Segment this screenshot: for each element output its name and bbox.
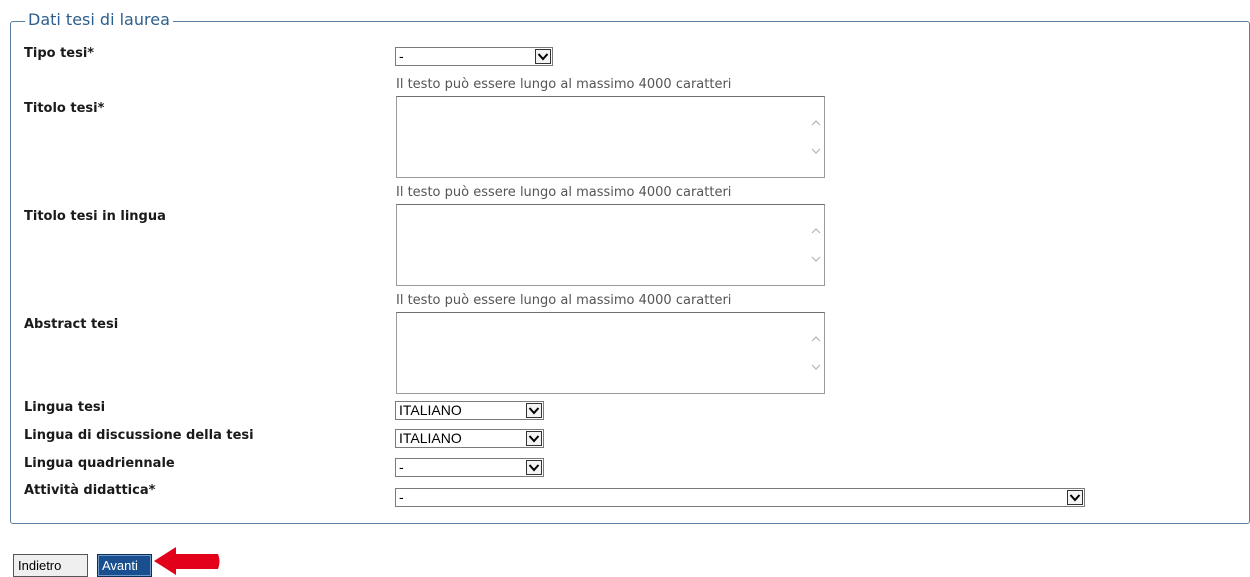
attivita-didattica-value: -	[399, 489, 404, 505]
chevron-down-icon	[526, 431, 542, 446]
textarea-scrollbar[interactable]	[807, 313, 824, 393]
lingua-quadriennale-select[interactable]: -	[395, 458, 544, 477]
chevron-down-icon	[526, 403, 542, 418]
lingua-tesi-select[interactable]: ITALIANO	[395, 401, 544, 420]
chevron-down-icon	[535, 49, 551, 64]
lingua-discussione-label: Lingua di discussione della tesi	[24, 428, 254, 443]
abstract-textarea[interactable]	[396, 312, 825, 394]
chevron-down-icon	[526, 460, 542, 475]
arrow-left-icon	[154, 547, 220, 575]
tipo-tesi-select[interactable]: -	[395, 47, 553, 66]
abstract-label: Abstract tesi	[24, 317, 119, 332]
textarea-scrollbar[interactable]	[807, 97, 824, 177]
tipo-tesi-label: Tipo tesi*	[24, 46, 95, 61]
next-button[interactable]: Avanti	[97, 554, 152, 577]
back-button[interactable]: Indietro	[13, 554, 88, 577]
attivita-didattica-label: Attività didattica*	[24, 483, 156, 498]
lingua-quadriennale-value: -	[399, 459, 404, 475]
fieldset-legend: Dati tesi di laurea	[25, 10, 173, 30]
chevron-down-icon[interactable]	[811, 147, 821, 155]
titolo-tesi-textarea[interactable]	[396, 96, 825, 178]
tipo-tesi-value: -	[399, 48, 404, 64]
chevron-down-icon	[1067, 490, 1083, 505]
chevron-down-icon[interactable]	[811, 255, 821, 263]
titolo-lingua-textarea[interactable]	[396, 204, 825, 286]
lingua-discussione-value: ITALIANO	[399, 430, 462, 446]
titolo-tesi-label: Titolo tesi*	[24, 101, 105, 116]
abstract-hint: Il testo può essere lungo al massimo 400…	[396, 293, 732, 308]
titolo-tesi-hint: Il testo può essere lungo al massimo 400…	[396, 77, 732, 92]
lingua-tesi-value: ITALIANO	[399, 402, 462, 418]
chevron-up-icon[interactable]	[811, 227, 821, 235]
lingua-tesi-label: Lingua tesi	[24, 400, 106, 415]
titolo-lingua-hint: Il testo può essere lungo al massimo 400…	[396, 185, 732, 200]
titolo-lingua-label: Titolo tesi in lingua	[24, 209, 166, 224]
attivita-didattica-select[interactable]: -	[395, 488, 1085, 507]
lingua-discussione-select[interactable]: ITALIANO	[395, 429, 544, 448]
chevron-down-icon[interactable]	[811, 363, 821, 371]
chevron-up-icon[interactable]	[811, 335, 821, 343]
textarea-scrollbar[interactable]	[807, 205, 824, 285]
chevron-up-icon[interactable]	[811, 119, 821, 127]
lingua-quadriennale-label: Lingua quadriennale	[24, 456, 175, 471]
